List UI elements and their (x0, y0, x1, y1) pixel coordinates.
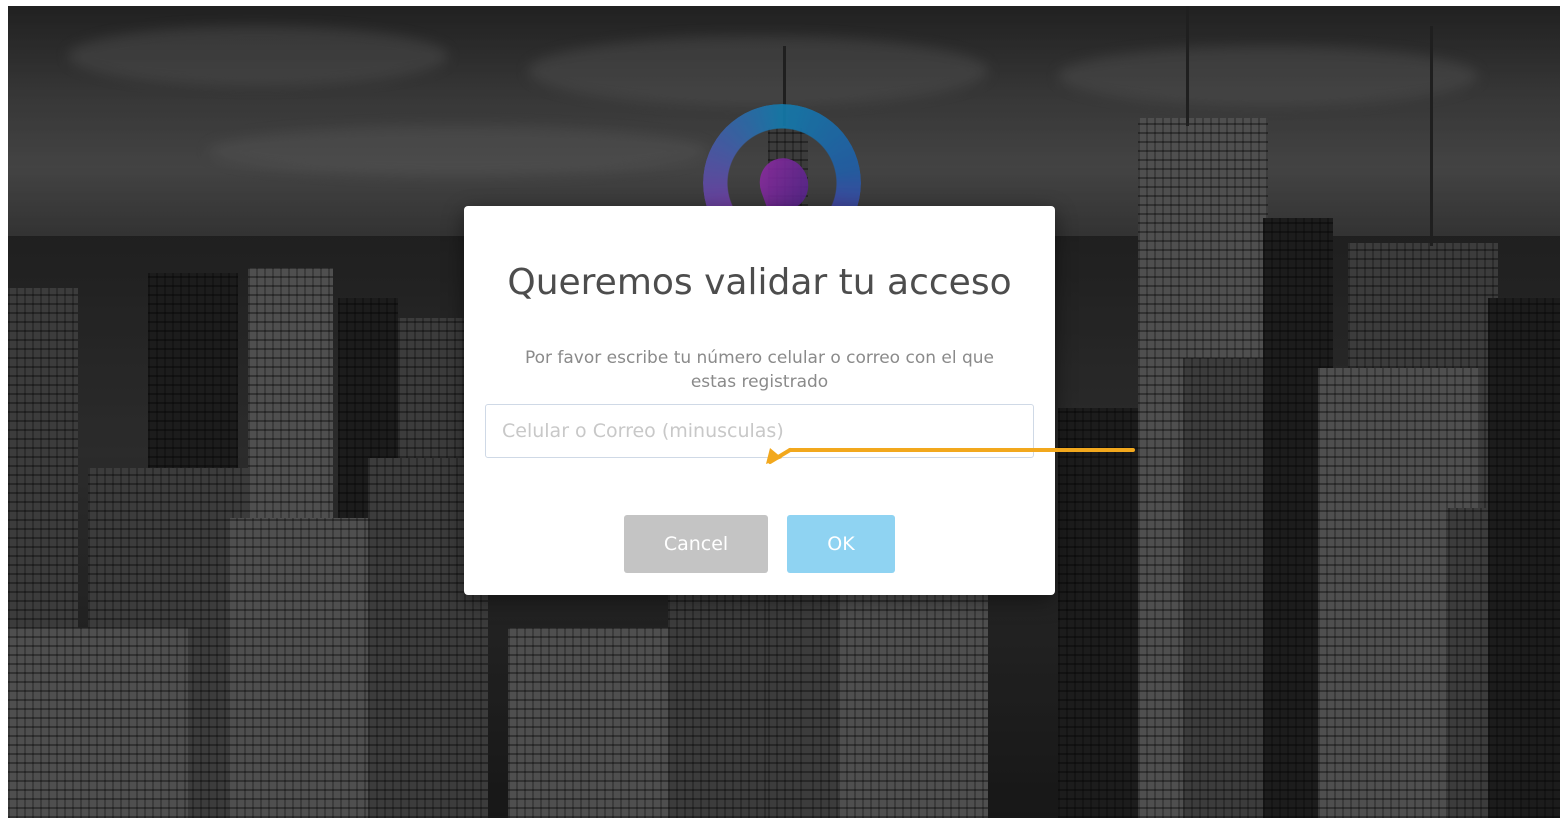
dialog-title: Queremos validar tu acceso (507, 262, 1012, 303)
phone-or-email-input[interactable] (485, 404, 1034, 458)
validation-dialog: Queremos validar tu acceso Por favor esc… (464, 206, 1055, 595)
ok-button[interactable]: OK (787, 515, 895, 573)
dialog-message: Por favor escribe tu número celular o co… (524, 348, 995, 392)
cancel-button[interactable]: Cancel (624, 515, 768, 573)
